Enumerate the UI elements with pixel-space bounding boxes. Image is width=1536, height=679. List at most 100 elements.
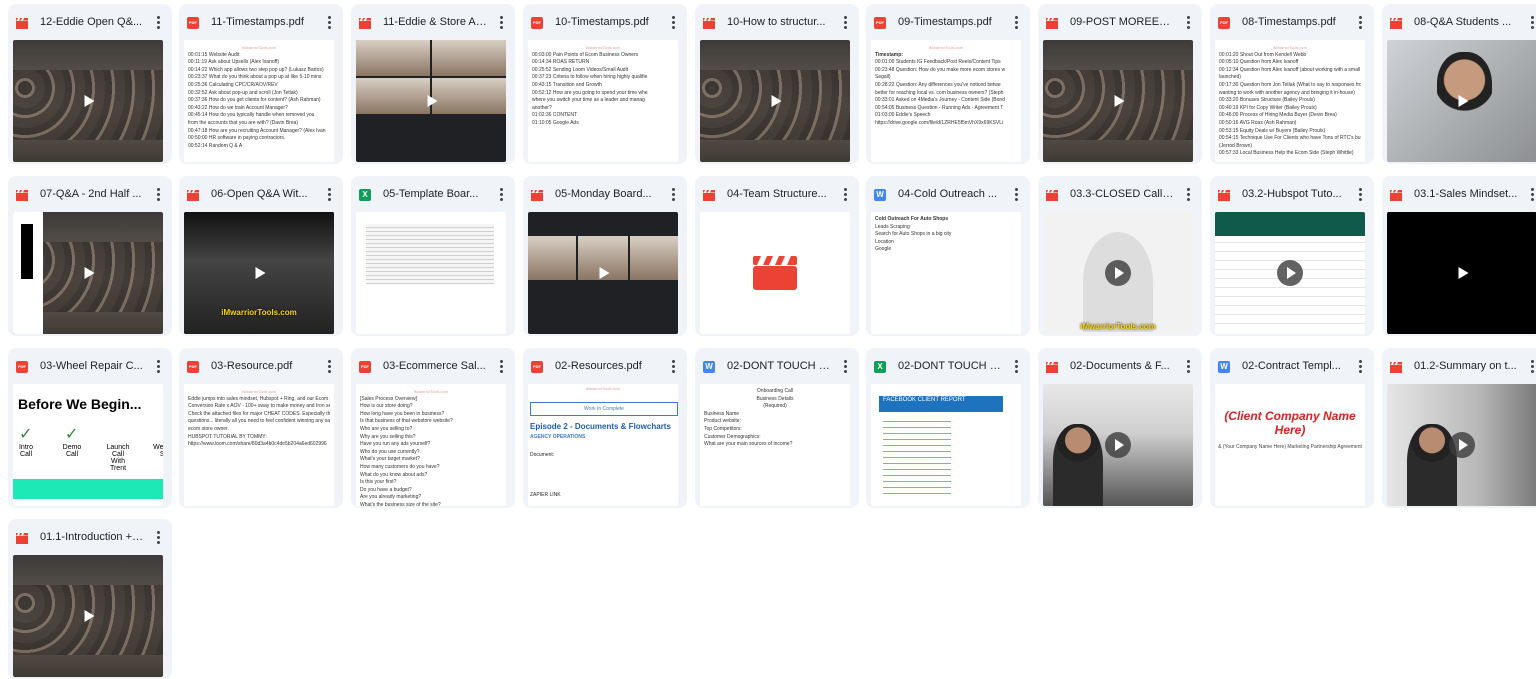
more-options-icon[interactable] (152, 186, 164, 202)
doc-preview[interactable]: Cold Outreach For Auto Shops Leads Scrapi… (871, 212, 1021, 334)
pdf-preview[interactable]: iMwarriorTools.com Timestamp: 00:01:00 Stu… (871, 40, 1021, 162)
more-options-icon[interactable] (1182, 14, 1194, 30)
play-icon[interactable] (84, 267, 95, 279)
video-thumbnail[interactable] (1387, 384, 1536, 506)
file-card[interactable]: 01.1-Introduction + ... (8, 519, 172, 679)
file-title[interactable]: 04-Cold Outreach ... (898, 188, 1002, 200)
video-thumbnail[interactable] (356, 40, 506, 162)
video-thumbnail[interactable] (700, 212, 850, 334)
file-card[interactable]: 08-Q&A Students ... (1382, 4, 1536, 164)
file-title[interactable]: 02-Resources.pdf (555, 360, 659, 372)
more-options-icon[interactable] (1526, 14, 1536, 30)
file-card[interactable]: 05-Monday Board... (523, 176, 687, 336)
video-thumbnail[interactable]: iMwarriorTools.com (1043, 212, 1193, 334)
file-title[interactable]: 03.3-CLOSED Call ... (1070, 188, 1174, 200)
file-card[interactable]: PDF 10-Timestamps.pdf iMwarriorTools.com 00… (523, 4, 687, 164)
file-title[interactable]: 02-Documents & F... (1070, 360, 1174, 372)
play-icon[interactable] (1105, 260, 1131, 286)
pdf-preview[interactable]: iMwarriorTools.com Work In Complete Episod… (528, 384, 678, 506)
pdf-preview[interactable]: iMwarriorTools.com 00:01:20 Shout Out fro… (1215, 40, 1365, 162)
file-card[interactable]: PDF 08-Timestamps.pdf iMwarriorTools.com 00… (1210, 4, 1374, 164)
more-options-icon[interactable] (1526, 358, 1536, 374)
pdf-preview[interactable]: iMwarriorTools.com [Sales Process Overvie… (356, 384, 506, 506)
video-thumbnail[interactable] (528, 212, 678, 334)
more-options-icon[interactable] (152, 14, 164, 30)
file-card[interactable]: 07-Q&A - 2nd Half ... (8, 176, 172, 336)
file-title[interactable]: 07-Q&A - 2nd Half ... (40, 188, 144, 200)
file-card[interactable]: X 05-Template Boar... (351, 176, 515, 336)
file-title[interactable]: 01.1-Introduction + ... (40, 531, 144, 543)
more-options-icon[interactable] (667, 186, 679, 202)
more-options-icon[interactable] (1354, 14, 1366, 30)
file-title[interactable]: 10-Timestamps.pdf (555, 16, 659, 28)
more-options-icon[interactable] (1010, 358, 1022, 374)
file-card[interactable]: PDF 03-Wheel Repair C... Before We Begin..… (8, 348, 172, 508)
more-options-icon[interactable] (1010, 186, 1022, 202)
file-card[interactable]: PDF 02-Resources.pdf iMwarriorTools.com Wor… (523, 348, 687, 508)
video-thumbnail[interactable] (700, 40, 850, 162)
file-card[interactable]: PDF 11-Timestamps.pdf iMwarriorTools.com 00… (179, 4, 343, 164)
file-title[interactable]: 04-Team Structure... (727, 188, 831, 200)
play-icon[interactable] (1105, 432, 1131, 458)
play-icon[interactable] (427, 95, 438, 107)
file-card[interactable]: 03.2-Hubspot Tuto... (1210, 176, 1374, 336)
file-title[interactable]: 03-Ecommerce Sal... (383, 360, 487, 372)
play-icon[interactable] (1458, 95, 1469, 107)
play-icon[interactable] (1458, 267, 1469, 279)
file-title[interactable]: 01.2-Summary on t... (1414, 360, 1518, 372)
pdf-preview[interactable]: iMwarriorTools.com 00:03:00 Pain Points o… (528, 40, 678, 162)
play-icon[interactable] (1277, 260, 1303, 286)
play-icon[interactable] (84, 610, 95, 622)
spreadsheet-preview[interactable]: FACEBOOK CLIENT REPORT (871, 384, 1021, 506)
file-card[interactable]: 06-Open Q&A Wit... iMwarriorTools.com (179, 176, 343, 336)
more-options-icon[interactable] (839, 14, 851, 30)
file-title[interactable]: 09-Timestamps.pdf (898, 16, 1002, 28)
file-card[interactable]: W 04-Cold Outreach ... Cold Outreach For A… (866, 176, 1030, 336)
play-icon[interactable] (599, 267, 610, 279)
file-title[interactable]: 05-Monday Board... (555, 188, 659, 200)
pdf-preview[interactable]: iMwarriorTools.com Eddie jumps into sales… (184, 384, 334, 506)
video-thumbnail[interactable] (1043, 40, 1193, 162)
doc-preview[interactable]: Onboarding Call Business Details (Required… (700, 384, 850, 506)
more-options-icon[interactable] (495, 186, 507, 202)
pdf-preview[interactable]: Before We Begin... ✓ Intro Call ✓ Demo Call L… (13, 384, 163, 506)
more-options-icon[interactable] (839, 358, 851, 374)
file-card[interactable]: 01.2-Summary on t... (1382, 348, 1536, 508)
file-card[interactable]: 09-POST MOREEE... (1038, 4, 1202, 164)
more-options-icon[interactable] (667, 358, 679, 374)
file-card[interactable]: PDF 03-Resource.pdf iMwarriorTools.com Eddi… (179, 348, 343, 508)
file-title[interactable]: 02-DONT TOUCH -... (898, 360, 1002, 372)
more-options-icon[interactable] (1010, 14, 1022, 30)
file-title[interactable]: 03-Wheel Repair C... (40, 360, 144, 372)
video-thumbnail[interactable] (1387, 212, 1536, 334)
file-title[interactable]: 10-How to structur... (727, 16, 831, 28)
file-card[interactable]: W 02-Contract Templ... (Client Company Nam… (1210, 348, 1374, 508)
play-icon[interactable] (84, 95, 95, 107)
file-card[interactable]: 04-Team Structure... (695, 176, 859, 336)
video-thumbnail[interactable] (1043, 384, 1193, 506)
more-options-icon[interactable] (323, 358, 335, 374)
doc-preview[interactable]: (Client Company Name Here) & (Your Compan… (1215, 384, 1365, 506)
more-options-icon[interactable] (323, 14, 335, 30)
file-title[interactable]: 08-Q&A Students ... (1414, 16, 1518, 28)
file-title[interactable]: 06-Open Q&A Wit... (211, 188, 315, 200)
more-options-icon[interactable] (1526, 186, 1536, 202)
video-thumbnail[interactable] (13, 555, 163, 677)
file-card[interactable]: 11-Eddie & Store Au... (351, 4, 515, 164)
file-title[interactable]: 02-DONT TOUCH -... (727, 360, 831, 372)
file-card[interactable]: PDF 09-Timestamps.pdf iMwarriorTools.com Ti… (866, 4, 1030, 164)
more-options-icon[interactable] (667, 14, 679, 30)
spreadsheet-preview[interactable] (356, 212, 506, 334)
file-title[interactable]: 11-Eddie & Store Au... (383, 16, 487, 28)
more-options-icon[interactable] (323, 186, 335, 202)
more-options-icon[interactable] (495, 14, 507, 30)
play-icon[interactable] (771, 95, 782, 107)
file-card[interactable]: 02-Documents & F... (1038, 348, 1202, 508)
play-icon[interactable] (1449, 432, 1475, 458)
video-thumbnail[interactable] (1215, 212, 1365, 334)
more-options-icon[interactable] (152, 358, 164, 374)
more-options-icon[interactable] (152, 529, 164, 545)
file-title[interactable]: 12-Eddie Open Q&... (40, 16, 144, 28)
more-options-icon[interactable] (495, 358, 507, 374)
file-title[interactable]: 03.1-Sales Mindset... (1414, 188, 1518, 200)
